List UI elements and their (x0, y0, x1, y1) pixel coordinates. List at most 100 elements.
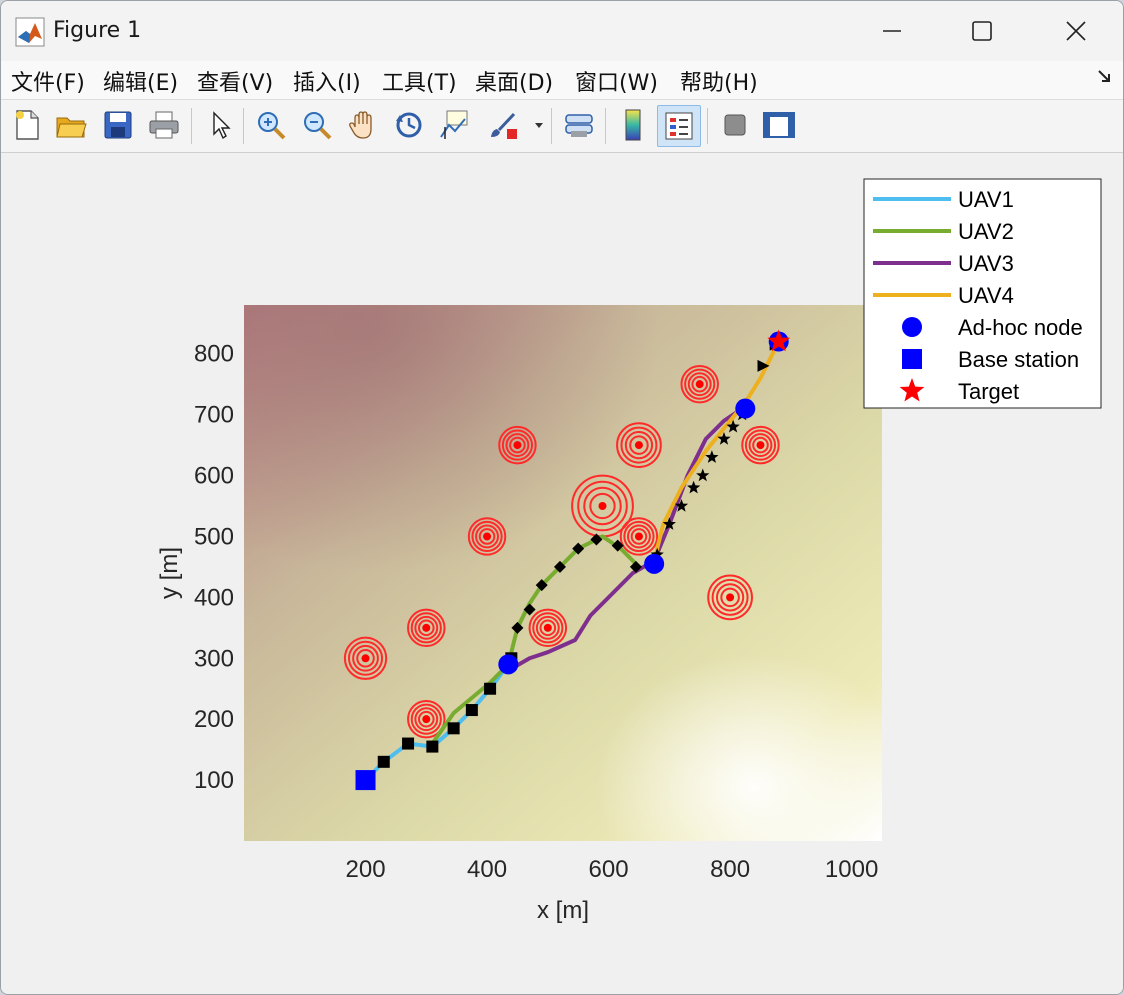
waypoint-uav1 (377, 755, 390, 768)
y-tick-label: 400 (194, 584, 234, 611)
x-axis-label: x [m] (537, 897, 589, 924)
save-icon (104, 111, 132, 139)
threat-center (726, 593, 735, 602)
base-station-marker (355, 770, 376, 791)
hide-plot-tools-icon (724, 114, 746, 136)
adhoc-node-marker (498, 654, 519, 675)
window-title: Figure 1 (53, 18, 142, 43)
menu-bar: 文件(F) 编辑(E) 查看(V) 插入(I) 工具(T) 桌面(D) 窗口(W… (1, 61, 1123, 100)
legend[interactable]: UAV1 UAV2 UAV3 UAV4 Ad-hoc node Base station T… (863, 178, 1102, 409)
data-tips-button[interactable] (437, 106, 473, 144)
y-tick-label: 800 (194, 341, 234, 368)
waypoint-uav1 (426, 740, 439, 753)
legend-button[interactable] (657, 105, 701, 147)
menu-file[interactable]: 文件(F) (11, 65, 85, 97)
adhoc-node-marker (644, 553, 665, 574)
threat-center (634, 441, 643, 450)
minimize-button[interactable] (865, 9, 919, 53)
undock-arrow-icon[interactable] (1097, 69, 1113, 85)
toolbar (1, 100, 1123, 153)
toolbar-separator (191, 108, 192, 144)
edit-plot-button[interactable] (201, 106, 237, 144)
toolbar-separator (707, 108, 708, 144)
close-button[interactable] (1049, 9, 1103, 53)
legend-label: UAV3 (958, 251, 1014, 276)
menu-insert[interactable]: 插入(I) (293, 65, 361, 97)
menu-edit[interactable]: 编辑(E) (103, 65, 178, 97)
title-bar: Figure 1 (1, 1, 1123, 61)
uav-path-chart: 200 400 600 800 1000 100 200 300 400 500 600 700 800… (156, 178, 1102, 924)
show-plot-tools-button[interactable] (761, 106, 797, 144)
print-icon (149, 111, 179, 139)
toolbar-separator (243, 108, 244, 144)
figure-window: Figure 1 文件(F) 编辑(E) 查看(V) 插入(I) 工具(T) 桌… (0, 0, 1124, 995)
y-axis-label: y [m] (156, 547, 183, 599)
legend-marker-swatch (902, 317, 922, 337)
print-button[interactable] (146, 106, 182, 144)
menu-desktop[interactable]: 桌面(D) (475, 65, 553, 97)
menu-window[interactable]: 窗口(W) (575, 65, 658, 97)
x-tick-label: 400 (467, 856, 507, 883)
link-axes-icon (565, 114, 593, 137)
waypoint-uav1 (447, 722, 460, 735)
brush-icon (491, 112, 517, 139)
legend-label: UAV1 (958, 187, 1014, 212)
legend-icon (665, 112, 693, 140)
save-button[interactable] (100, 106, 136, 144)
y-tick-label: 500 (194, 523, 234, 550)
link-axes-button[interactable] (561, 106, 597, 144)
threat-center (513, 441, 522, 450)
zoom-in-icon (258, 112, 286, 140)
hide-plot-tools-button[interactable] (717, 106, 753, 144)
legend-label: UAV2 (958, 219, 1014, 244)
pointer-icon (213, 111, 231, 140)
colorbar-icon (625, 109, 641, 141)
x-tick-label: 200 (346, 856, 386, 883)
adhoc-node-marker (735, 398, 756, 419)
threat-center (634, 532, 643, 541)
threat-center (598, 502, 607, 510)
figure-canvas: 200 400 600 800 1000 100 200 300 400 500 600 700 800… (1, 153, 1123, 994)
rotate-3d-icon (396, 112, 422, 138)
zoom-out-button[interactable] (299, 106, 335, 144)
toolbar-separator (551, 108, 552, 144)
legend-label: Target (958, 379, 1019, 404)
threat-center (422, 623, 431, 632)
legend-label: UAV4 (958, 283, 1014, 308)
rotate-button[interactable] (391, 106, 427, 144)
close-icon (1066, 21, 1086, 41)
pan-button[interactable] (345, 106, 381, 144)
legend-marker-swatch (902, 349, 922, 369)
chevron-down-icon[interactable] (534, 120, 544, 130)
threat-center (361, 654, 370, 663)
new-file-button[interactable] (9, 106, 45, 144)
y-tick-label: 200 (194, 706, 234, 733)
zoom-in-button[interactable] (253, 106, 289, 144)
waypoint-uav1 (465, 704, 478, 717)
brush-button[interactable] (485, 106, 521, 144)
y-tick-label: 700 (194, 402, 234, 429)
threat-center (695, 380, 704, 389)
toolbar-separator (605, 108, 606, 144)
menu-view[interactable]: 查看(V) (197, 65, 273, 97)
y-tick-label: 100 (194, 767, 234, 794)
pan-hand-icon (349, 111, 372, 139)
plot-area (244, 305, 882, 841)
minimize-icon (883, 30, 901, 32)
new-file-icon (16, 110, 39, 140)
threat-center (483, 532, 492, 541)
x-tick-label: 800 (710, 856, 750, 883)
data-cursor-icon (440, 110, 468, 139)
threat-center (543, 623, 552, 632)
waypoint-uav1 (402, 737, 415, 750)
show-plot-tools-icon (763, 112, 795, 138)
legend-label: Ad-hoc node (958, 315, 1083, 340)
menu-help[interactable]: 帮助(H) (680, 65, 758, 97)
maximize-button[interactable] (955, 9, 1009, 53)
menu-tools[interactable]: 工具(T) (382, 65, 457, 97)
open-file-button[interactable] (53, 106, 89, 144)
terrain-peak-highlight (244, 305, 882, 841)
legend-label: Base station (958, 347, 1079, 372)
colorbar-button[interactable] (615, 106, 651, 144)
y-tick-label: 300 (194, 645, 234, 672)
